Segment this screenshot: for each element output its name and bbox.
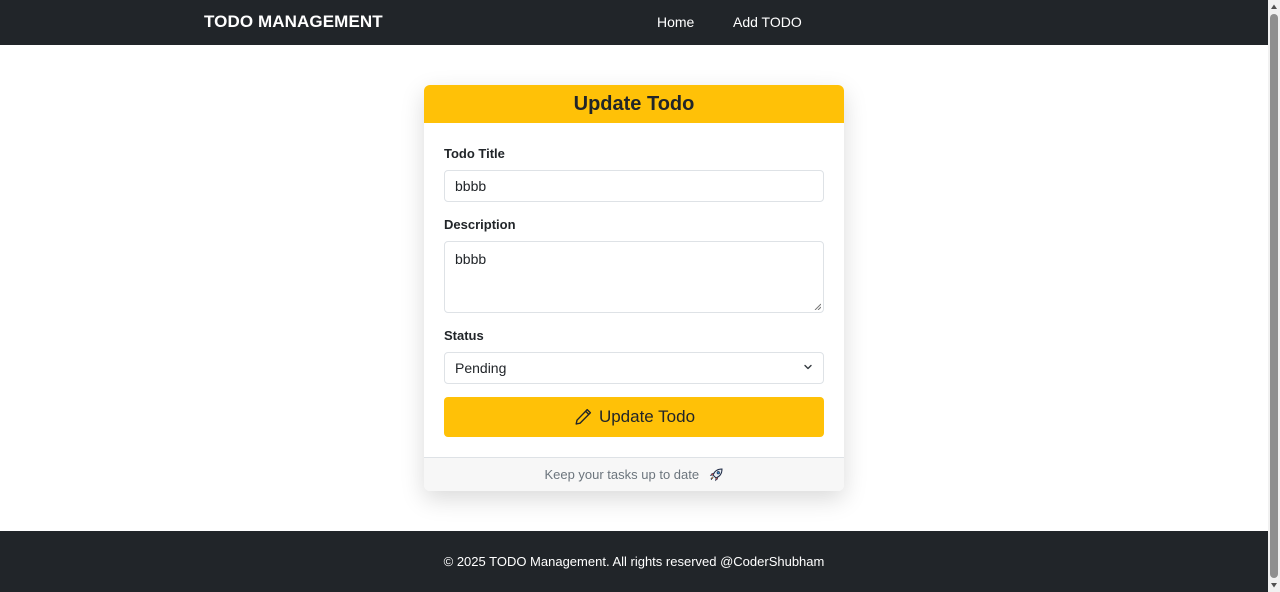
status-label: Status <box>444 328 484 343</box>
brand-link[interactable]: TODO MANAGEMENT <box>204 12 383 32</box>
page-footer: © 2025 TODO Management. All rights reser… <box>0 531 1268 592</box>
update-button-label: Update Todo <box>598 407 696 426</box>
status-select[interactable]: Pending <box>444 352 824 384</box>
update-button-content: Update Todo <box>444 397 824 437</box>
update-todo-card: Update Todo Todo Title bbbb Description … <box>424 85 844 491</box>
scroll-down-arrow-icon[interactable] <box>1270 581 1278 589</box>
card-header: Update Todo <box>424 85 844 123</box>
page: TODO MANAGEMENT Home Add TODO Update Tod… <box>0 0 1280 592</box>
description-label: Description <box>444 217 516 232</box>
pencil-icon <box>575 408 592 425</box>
status-selected-value: Pending <box>455 360 507 376</box>
todo-title-input[interactable]: bbbb <box>444 170 824 202</box>
rocket-icon <box>709 468 723 481</box>
vertical-scrollbar[interactable] <box>1268 0 1280 592</box>
scroll-up-arrow-icon[interactable] <box>1270 3 1278 11</box>
copyright-text: © 2025 TODO Management. All rights reser… <box>443 554 825 569</box>
description-value: bbbb <box>455 251 487 267</box>
nav-home-link[interactable]: Home <box>657 14 694 30</box>
todo-title-label: Todo Title <box>444 146 505 161</box>
card-footer-text: Keep your tasks up to date <box>544 467 700 482</box>
scrollbar-thumb[interactable] <box>1270 14 1278 578</box>
card-title: Update Todo <box>573 93 695 115</box>
resize-grip-icon[interactable] <box>814 303 821 310</box>
nav-add-todo-link[interactable]: Add TODO <box>733 14 802 30</box>
chevron-down-icon <box>804 364 812 370</box>
navbar: TODO MANAGEMENT Home Add TODO <box>0 0 1268 45</box>
update-todo-button[interactable]: Update Todo <box>444 397 824 437</box>
description-textarea[interactable]: bbbb <box>444 241 824 313</box>
card-footer: Keep your tasks up to date <box>424 457 844 491</box>
viewport: TODO MANAGEMENT Home Add TODO Update Tod… <box>0 0 1268 592</box>
